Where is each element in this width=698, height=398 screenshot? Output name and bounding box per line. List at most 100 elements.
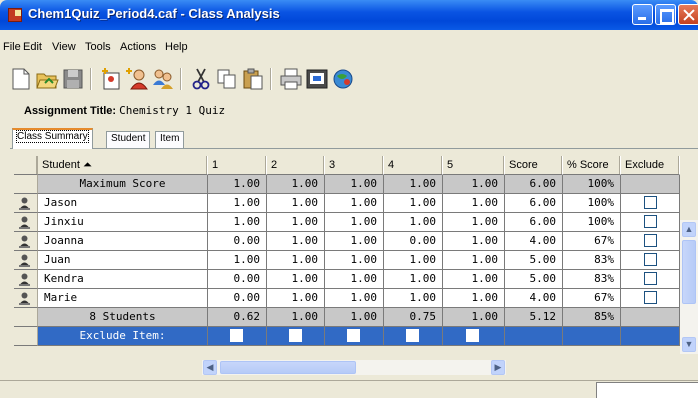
exclude-item-3-checkbox[interactable] [347,329,360,342]
student-name[interactable]: Marie [38,289,208,308]
exclude-student-checkbox[interactable] [644,272,657,285]
student-item-score[interactable]: 1.00 [267,289,325,308]
average-percent: 85% [563,308,621,327]
horizontal-scroll-thumb[interactable] [220,361,356,374]
scroll-right-button[interactable]: ▶ [491,360,505,375]
toolbar-separator [90,68,92,90]
minimize-button[interactable] [632,4,653,25]
student-item-score[interactable]: 1.00 [208,213,267,232]
scroll-up-button[interactable]: ▲ [682,222,696,237]
menu-view[interactable]: View [52,41,76,53]
horizontal-scrollbar[interactable]: ◀ ▶ [202,360,506,375]
student-item-score[interactable]: 1.00 [325,213,384,232]
student-item-score[interactable]: 1.00 [443,194,505,213]
student-item-score[interactable]: 1.00 [384,213,443,232]
row-header-student[interactable] [14,270,38,289]
exclude-item-2-checkbox[interactable] [289,329,302,342]
title-bar[interactable]: Chem1Quiz_Period4.caf - Class Analysis [0,0,698,30]
maximize-button[interactable] [655,4,676,25]
student-item-score[interactable]: 1.00 [208,251,267,270]
column-header-item-1[interactable]: 1 [208,156,267,175]
menu-edit[interactable]: Edit [23,41,42,53]
student-item-score[interactable]: 0.00 [384,232,443,251]
menu-actions[interactable]: Actions [120,41,156,53]
exclude-item-4-checkbox[interactable] [406,329,419,342]
student-item-score[interactable]: 1.00 [325,251,384,270]
student-item-score[interactable]: 1.00 [267,213,325,232]
paste-icon[interactable] [240,66,266,92]
student-item-score[interactable]: 1.00 [325,194,384,213]
students-icon[interactable] [150,66,176,92]
student-name[interactable]: Joanna [38,232,208,251]
add-item-icon[interactable] [98,66,124,92]
print-icon[interactable] [278,66,304,92]
student-item-score[interactable]: 1.00 [443,213,505,232]
student-item-score[interactable]: 1.00 [267,251,325,270]
exclude-student-checkbox[interactable] [644,234,657,247]
student-item-score[interactable]: 0.00 [208,232,267,251]
student-item-score[interactable]: 1.00 [208,194,267,213]
max-score-total: 6.00 [505,175,563,194]
menu-tools[interactable]: Tools [85,41,111,53]
vertical-scrollbar[interactable]: ▲ ▼ [680,220,698,354]
student-item-score[interactable]: 1.00 [443,289,505,308]
student-item-score[interactable]: 1.00 [325,232,384,251]
column-header-item-2[interactable]: 2 [267,156,325,175]
close-button[interactable] [678,4,698,25]
student-item-score[interactable]: 1.00 [384,270,443,289]
student-name[interactable]: Kendra [38,270,208,289]
menu-file[interactable]: File [3,41,21,53]
row-header-student[interactable] [14,213,38,232]
copy-icon[interactable] [214,66,240,92]
vertical-scroll-thumb[interactable] [682,240,696,304]
scroll-left-button[interactable]: ◀ [203,360,217,375]
tab-class-summary[interactable]: Class Summary [12,128,93,149]
menu-help[interactable]: Help [165,41,188,53]
exclude-student-checkbox[interactable] [644,196,657,209]
student-name[interactable]: Jinxiu [38,213,208,232]
tab-student[interactable]: Student [106,131,151,148]
save-disk-icon[interactable] [60,66,86,92]
student-item-score[interactable]: 1.00 [384,289,443,308]
column-header-item-5[interactable]: 5 [443,156,505,175]
open-folder-icon[interactable] [34,66,60,92]
exclude-student-checkbox[interactable] [644,215,657,228]
row-header-student[interactable] [14,251,38,270]
row-header-student[interactable] [14,289,38,308]
exclude-item-5-checkbox[interactable] [466,329,479,342]
preview-icon[interactable] [304,66,330,92]
column-header-item-3[interactable]: 3 [325,156,384,175]
student-item-score[interactable]: 1.00 [384,251,443,270]
column-header-percent-score[interactable]: % Score [563,156,621,175]
column-header-exclude[interactable]: Exclude [621,156,680,175]
web-icon[interactable] [330,66,356,92]
student-item-score[interactable]: 0.00 [208,289,267,308]
column-header-score[interactable]: Score [505,156,563,175]
student-item-score[interactable]: 1.00 [267,232,325,251]
add-student-icon[interactable] [124,66,150,92]
tab-item[interactable]: Item [155,131,185,148]
student-name[interactable]: Juan [38,251,208,270]
row-header-student[interactable] [14,232,38,251]
column-header-student[interactable]: Student ⏶ [38,156,208,175]
scroll-down-button[interactable]: ▼ [682,337,696,352]
student-item-score[interactable]: 1.00 [325,289,384,308]
exclude-student-checkbox[interactable] [644,253,657,266]
row-header-student[interactable] [14,194,38,213]
student-name[interactable]: Jason [38,194,208,213]
exclude-item-1-checkbox[interactable] [230,329,243,342]
max-score-percent: 100% [563,175,621,194]
average-item-1: 0.62 [208,308,267,327]
student-item-score[interactable]: 1.00 [325,270,384,289]
student-item-score[interactable]: 1.00 [384,194,443,213]
exclude-student-checkbox[interactable] [644,291,657,304]
student-item-score[interactable]: 1.00 [443,270,505,289]
student-item-score[interactable]: 1.00 [267,194,325,213]
student-item-score[interactable]: 1.00 [443,232,505,251]
student-item-score[interactable]: 0.00 [208,270,267,289]
cut-icon[interactable] [188,66,214,92]
student-item-score[interactable]: 1.00 [443,251,505,270]
new-file-icon[interactable] [8,66,34,92]
student-item-score[interactable]: 1.00 [267,270,325,289]
column-header-item-4[interactable]: 4 [384,156,443,175]
